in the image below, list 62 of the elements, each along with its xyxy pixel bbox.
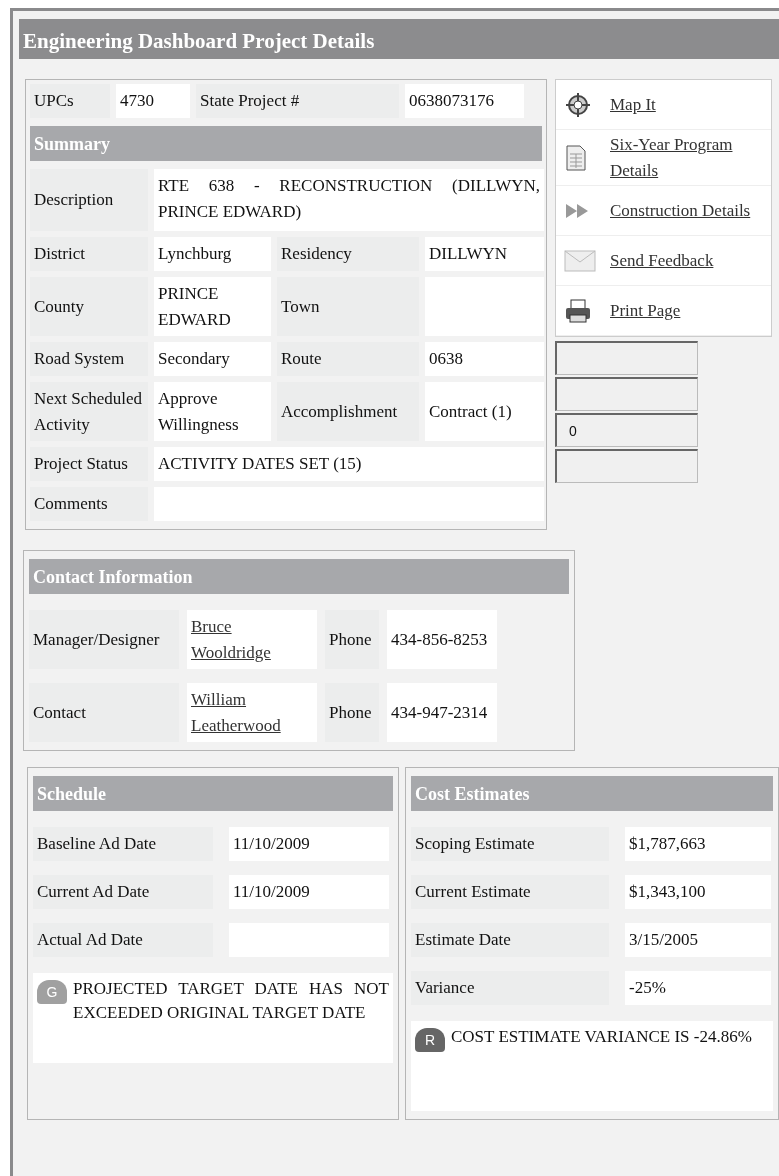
input-field[interactable]	[555, 377, 698, 411]
value-cell: 434-947-2314	[387, 683, 497, 742]
value-cell: Secondary	[154, 342, 271, 376]
status-indicator: G	[37, 980, 67, 1004]
label-cell: Current Ad Date	[33, 875, 213, 909]
value-cell: 11/10/2009	[229, 827, 389, 861]
status-indicator: R	[415, 1028, 445, 1052]
status-text: PROJECTED TARGET DATE HAS NOT EXCEEDED ORIGINAL TARGET DATE	[73, 978, 389, 1024]
label-cell: Phone	[325, 683, 379, 742]
label-cell: Phone	[325, 610, 379, 669]
link[interactable]: Send Feedback	[610, 247, 714, 274]
section-heading: Summary	[30, 126, 542, 161]
section-heading: Contact Information	[29, 559, 569, 594]
label-cell: Variance	[411, 971, 609, 1005]
value-cell: $1,343,100	[625, 875, 771, 909]
link[interactable]: Print Page	[610, 297, 681, 324]
label-cell: Residency	[277, 237, 419, 271]
link[interactable]: Six-Year Program Details	[610, 132, 760, 183]
value-cell: 434-856-8253	[387, 610, 497, 669]
label-cell: Actual Ad Date	[33, 923, 213, 957]
label-cell: Contact	[29, 683, 179, 742]
envelope-icon	[564, 249, 596, 272]
label-cell: Road System	[30, 342, 148, 376]
link[interactable]: Map It	[610, 91, 656, 118]
label-cell: Estimate Date	[411, 923, 609, 957]
label-cell: Current Estimate	[411, 875, 609, 909]
label-cell: Next Scheduled Activity	[30, 382, 148, 441]
label-cell: Accomplishment	[277, 382, 419, 441]
input-field[interactable]: 0	[555, 413, 698, 447]
value-cell: Approve Willingness	[154, 382, 271, 441]
status-text: COST ESTIMATE VARIANCE IS -24.86%	[451, 1026, 753, 1048]
value-cell: RTE 638 - RECONSTRUCTION (DILLWYN, PRINCE EDWARD)	[154, 169, 544, 231]
label-cell: Scoping Estimate	[411, 827, 609, 861]
label-cell: County	[30, 277, 148, 336]
value-cell: 3/15/2005	[625, 923, 771, 957]
page-title: Engineering Dashboard Project Details	[19, 19, 779, 59]
value-cell: 0638	[425, 342, 544, 376]
value-cell: Contract (1)	[425, 382, 544, 441]
label-cell: Project Status	[30, 447, 148, 481]
label-cell: UPCs	[30, 84, 110, 118]
value-cell: DILLWYN	[425, 237, 544, 271]
label-cell: Baseline Ad Date	[33, 827, 213, 861]
section-heading: Schedule	[33, 776, 393, 811]
label-cell: District	[30, 237, 148, 271]
value-cell: $1,787,663	[625, 827, 771, 861]
value-cell: Lynchburg	[154, 237, 271, 271]
section-heading: Cost Estimates	[411, 776, 773, 811]
label-cell: Town	[277, 277, 419, 336]
value-cell: 0638073176	[405, 84, 524, 118]
value-cell: ACTIVITY DATES SET (15)	[154, 447, 544, 481]
label-cell: Manager/Designer	[29, 610, 179, 669]
label-cell: Comments	[30, 487, 148, 521]
value-cell: -25%	[625, 971, 771, 1005]
label-cell: Description	[30, 169, 148, 231]
value-cell: 4730	[116, 84, 190, 118]
value-cell: 11/10/2009	[229, 875, 389, 909]
link[interactable]: Construction Details	[610, 197, 751, 224]
input-field[interactable]	[555, 341, 698, 375]
input-field[interactable]	[555, 449, 698, 483]
label-cell: State Project #	[196, 84, 399, 118]
label-cell: Route	[277, 342, 419, 376]
value-cell: PRINCE EDWARD	[154, 277, 271, 336]
